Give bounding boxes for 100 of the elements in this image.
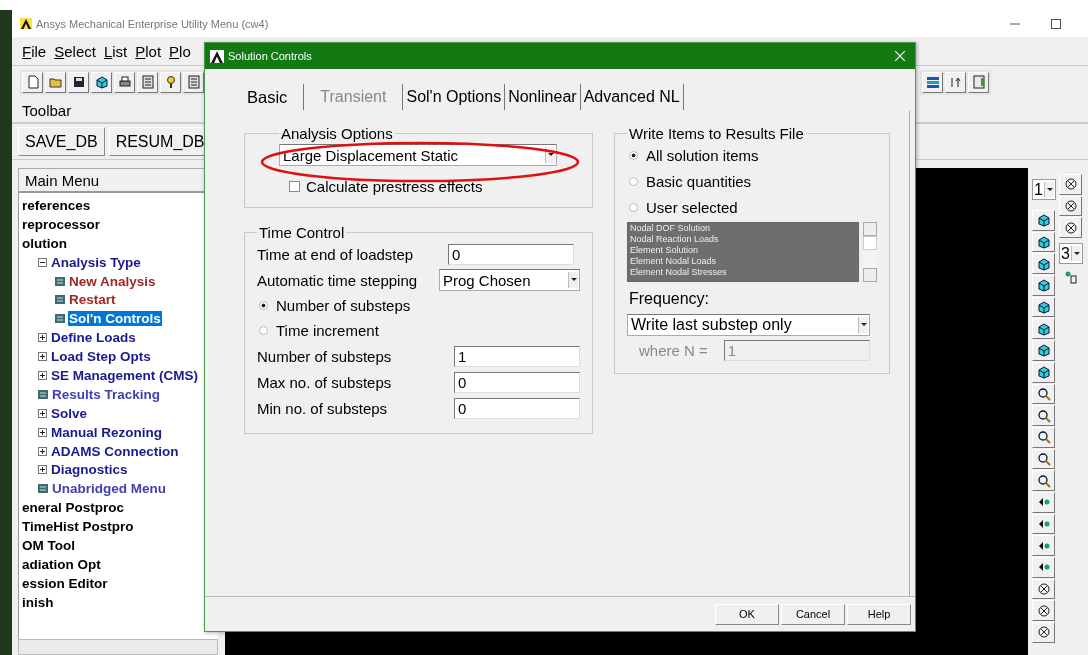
input-field[interactable]: 0 xyxy=(448,243,574,265)
tab[interactable]: Advanced NL xyxy=(579,84,684,110)
radio-button[interactable] xyxy=(259,326,268,335)
cube-icon[interactable] xyxy=(1032,318,1055,340)
group-title: Analysis Options xyxy=(280,125,394,142)
cube-icon[interactable] xyxy=(1032,296,1055,318)
zoom-icon[interactable] xyxy=(1032,448,1055,470)
expand-icon[interactable] xyxy=(38,408,47,418)
radio-label: Time increment xyxy=(276,322,379,339)
menu-item[interactable]: reprocessor xyxy=(21,216,102,232)
menu-item[interactable]: ADAMS Connection xyxy=(50,443,180,459)
dialog-title: Solution Controls xyxy=(228,50,312,62)
menu-bar-item[interactable]: List xyxy=(103,42,128,60)
collapse-icon[interactable] xyxy=(38,257,47,267)
close-icon[interactable] xyxy=(895,51,905,61)
radio-button[interactable] xyxy=(259,301,268,310)
frequency-dropdown[interactable]: Write last substep only xyxy=(627,314,870,336)
expand-icon[interactable] xyxy=(38,333,47,343)
cube-icon[interactable] xyxy=(1032,275,1055,296)
radio-button[interactable] xyxy=(629,176,638,186)
stack-icon[interactable] xyxy=(922,71,943,93)
group-title: Time Control xyxy=(258,224,346,241)
cube-icon[interactable] xyxy=(1032,210,1055,231)
menu-item[interactable]: olution xyxy=(21,235,68,251)
logo-icon xyxy=(210,49,224,63)
time-stepping-dropdown[interactable]: Prog Chosen xyxy=(439,269,580,291)
menu-item[interactable]: adiation Opt xyxy=(21,556,102,572)
checkbox[interactable] xyxy=(289,181,300,192)
menu-item[interactable]: SE Management (CMS) xyxy=(50,367,200,383)
dialog-button[interactable]: Help xyxy=(847,603,911,625)
menu-item[interactable]: eneral Postproc xyxy=(21,500,126,516)
input-field[interactable]: 1 xyxy=(454,345,580,367)
vertical-scrollbar[interactable] xyxy=(863,222,877,282)
command-icon xyxy=(38,484,48,494)
cube-icon[interactable] xyxy=(1032,361,1055,383)
analysis-type-dropdown[interactable]: Large Displacement Static xyxy=(279,144,557,166)
printer-icon[interactable] xyxy=(114,71,135,93)
dialog-button[interactable]: Cancel xyxy=(781,603,845,625)
checkbox-label: Calculate prestress effects xyxy=(306,178,483,195)
menu-item[interactable]: Load Step Opts xyxy=(50,349,152,365)
zoom-icon[interactable] xyxy=(1032,470,1055,491)
window-number-dropdown[interactable]: 1 xyxy=(1032,179,1056,200)
menu-item[interactable]: Analysis Type xyxy=(50,254,142,270)
menu-item[interactable]: Sol'n Controls xyxy=(68,311,162,327)
command-icon xyxy=(55,276,65,286)
menu-bar-item[interactable]: Plo xyxy=(169,42,191,60)
command-icon xyxy=(55,295,65,305)
radio-label: Number of substeps xyxy=(276,297,411,314)
zoom-icon[interactable] xyxy=(1032,383,1055,405)
expand-icon[interactable] xyxy=(38,370,47,380)
menu-bar-item[interactable]: File xyxy=(22,42,47,60)
maximize-icon[interactable] xyxy=(1051,18,1061,29)
dialog-button[interactable]: OK xyxy=(715,603,779,625)
bulb-icon[interactable] xyxy=(160,71,181,93)
field-label: Min no. of substeps xyxy=(257,399,388,417)
view-number-dropdown[interactable]: 3 xyxy=(1059,243,1083,265)
expand-icon[interactable] xyxy=(38,427,47,437)
menu-item[interactable]: inish xyxy=(21,594,55,610)
menu-item[interactable]: ession Editor xyxy=(21,575,109,591)
expand-icon[interactable] xyxy=(38,352,47,362)
tab[interactable]: Sol'n Options xyxy=(402,84,505,110)
menu-item[interactable]: Unabridged Menu xyxy=(51,481,167,497)
menu-item[interactable]: Solve xyxy=(50,405,89,421)
menu-bar-item[interactable]: Select xyxy=(54,42,96,60)
menu-item[interactable]: OM Tool xyxy=(21,537,76,553)
menu-item[interactable]: Restart xyxy=(68,292,117,308)
menu-item[interactable]: Define Loads xyxy=(50,330,137,346)
panel-icon[interactable] xyxy=(968,71,989,93)
cube-icon[interactable] xyxy=(1032,340,1055,361)
group-title: Write Items to Results File xyxy=(628,125,805,142)
zoom-icon[interactable] xyxy=(1032,405,1055,426)
menu-item[interactable]: Diagnostics xyxy=(50,462,129,478)
cube-icon[interactable] xyxy=(1032,253,1055,275)
command-icon xyxy=(55,314,65,324)
input-field[interactable]: 0 xyxy=(454,371,580,393)
menu-item[interactable]: TimeHist Postpro xyxy=(21,519,135,535)
window-title: Ansys Mechanical Enterprise Utility Menu (cw4) xyxy=(36,17,269,30)
radio-label: Basic quantities xyxy=(646,172,752,190)
zoom-icon[interactable] xyxy=(1032,426,1055,448)
expand-icon[interactable] xyxy=(38,465,47,475)
radio-button[interactable] xyxy=(629,150,638,160)
radio-button[interactable] xyxy=(629,202,638,212)
logo-icon xyxy=(20,18,32,29)
toolbar-button[interactable]: SAVE_DB xyxy=(18,127,105,156)
cube-icon[interactable] xyxy=(91,71,112,93)
menu-item[interactable]: Manual Rezoning xyxy=(50,424,163,440)
page-icon[interactable] xyxy=(22,71,43,93)
horizontal-scrollbar[interactable] xyxy=(18,639,218,655)
menu-bar-item[interactable]: Plot xyxy=(135,42,162,60)
field-label: Max no. of substeps xyxy=(257,373,392,391)
radio-label: User selected xyxy=(646,198,738,216)
tab[interactable]: Nonlinear xyxy=(504,84,580,110)
menu-item[interactable]: references xyxy=(21,197,92,213)
cube-icon[interactable] xyxy=(1032,231,1055,253)
folder-icon[interactable] xyxy=(45,71,66,93)
menu-item[interactable]: Results Tracking xyxy=(51,386,162,402)
frequency-label: Frequency: xyxy=(629,290,711,308)
expand-icon[interactable] xyxy=(38,446,47,456)
menu-item[interactable]: New Analysis xyxy=(68,273,157,289)
input-field[interactable]: 0 xyxy=(454,397,580,419)
